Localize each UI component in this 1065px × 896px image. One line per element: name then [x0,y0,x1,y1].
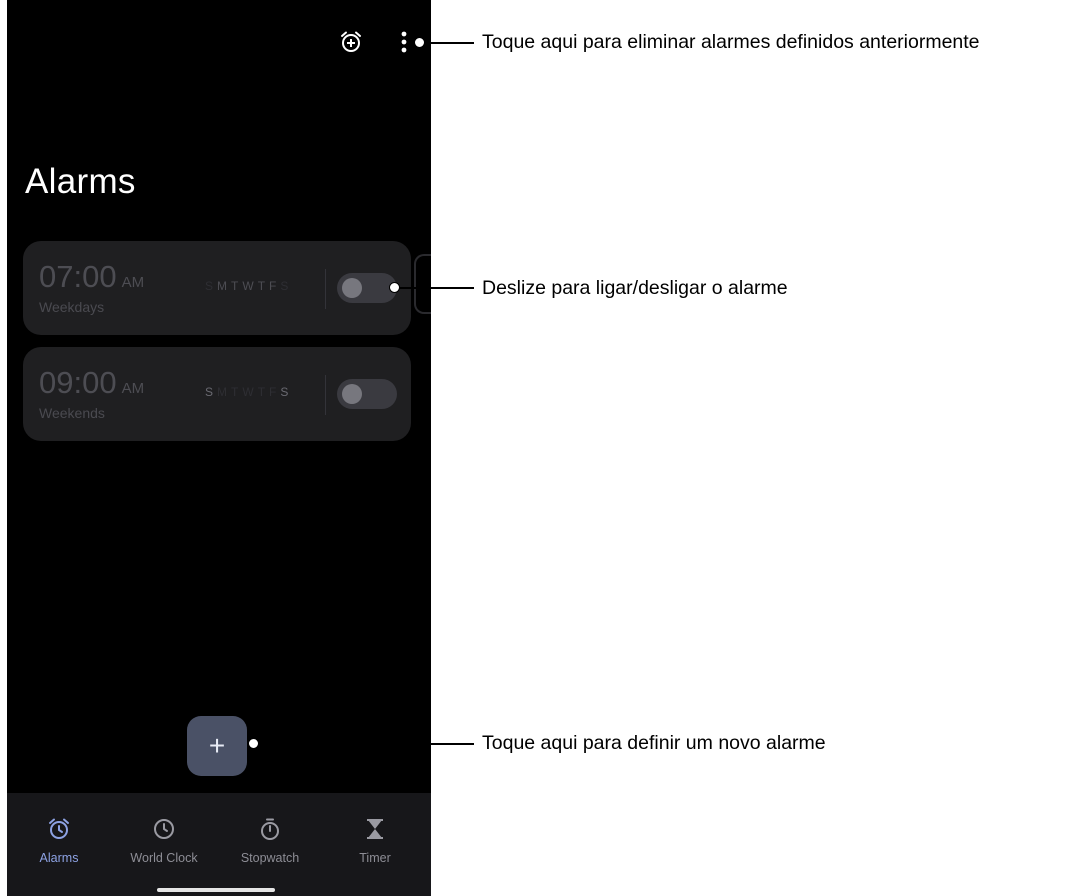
toggle-knob [342,278,362,298]
tab-timer[interactable]: Timer [325,817,425,865]
alarm-clock-icon [49,818,69,839]
alarm-card-weekdays[interactable]: 07:00 AM Weekdays SMTWTFS [23,241,411,335]
hourglass-icon [367,819,383,839]
tab-label: World Clock [130,851,198,865]
home-indicator[interactable] [157,888,275,892]
phone-screen: Alarms 07:00 AM Weekdays SMTWTFS 09:00 AM … [7,0,431,896]
alarm-label: Weekdays [39,299,105,315]
tab-label: Alarms [39,851,79,865]
tab-stopwatch[interactable]: Stopwatch [220,817,320,865]
alarm-toggle[interactable] [337,379,397,409]
alarm-label: Weekends [39,405,105,421]
divider [325,375,326,415]
alarm-days: SMTWTFS [205,385,293,399]
callout-add-text: Toque aqui para definir um novo alarme [482,732,826,754]
divider [325,269,326,309]
more-options-icon[interactable] [393,28,415,56]
stopwatch-icon [261,818,279,840]
tab-label: Stopwatch [240,851,300,865]
alarm-toggle[interactable] [337,273,397,303]
tab-label: Timer [359,851,391,865]
tab-world-clock[interactable]: World Clock [114,817,214,865]
toggle-knob [342,384,362,404]
alarm-time: 07:00 AM [39,259,145,294]
tab-alarms[interactable]: Alarms [9,817,109,865]
callout-line-toggle [399,287,474,289]
alarm-card-weekends[interactable]: 09:00 AM Weekends SMTWTFS [23,347,411,441]
callout-line-menu [424,42,474,44]
callout-toggle-text: Deslize para ligar/desligar o alarme [482,277,788,299]
callout-line-add [258,743,474,745]
callout-menu-text: Toque aqui para eliminar alarmes definid… [482,31,980,53]
bottom-navigation: Alarms World Clock Stopwatch Timer [7,793,431,896]
add-alarm-button[interactable]: + [187,716,247,776]
alarm-time: 09:00 AM [39,365,145,400]
alarm-days: SMTWTFS [205,279,293,293]
page-title: Alarms [25,162,136,201]
add-alarm-icon[interactable] [337,28,365,56]
edge-panel-handle[interactable] [414,254,431,314]
clock-icon [154,819,174,839]
